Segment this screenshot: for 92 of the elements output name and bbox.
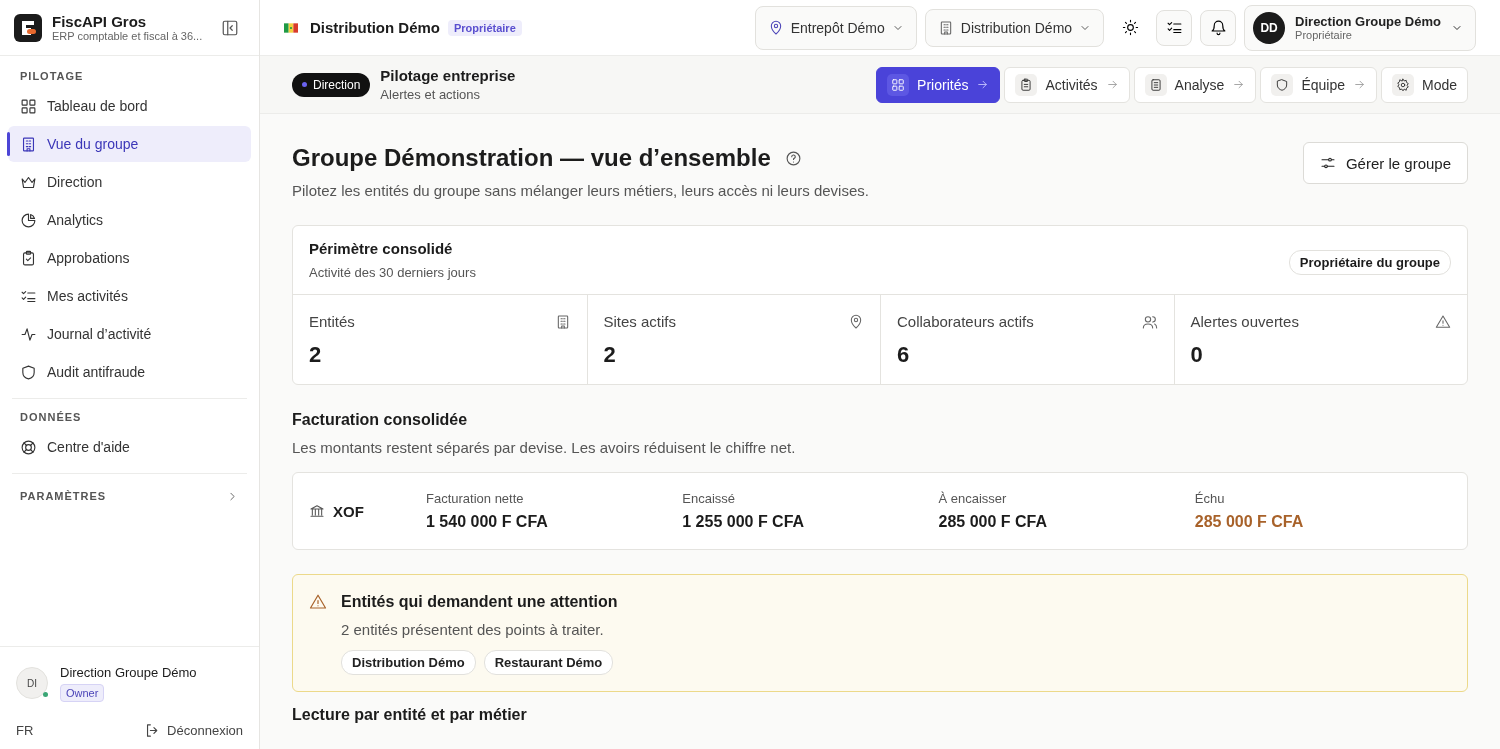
stat-value: 6 [897,342,911,368]
nav-tab[interactable]: Mode [1380,66,1468,103]
flag-icon [284,22,298,33]
manage-group-button[interactable]: Gérer le groupe [1302,142,1468,184]
amount-value: 285 000 F CFA [1194,513,1305,531]
app-name: FiscAPI Gros [52,13,148,30]
pulse-icon [20,325,37,343]
section-title: DONNÉES [19,410,83,425]
section-subtitle: Alertes et actions [380,87,482,102]
location-pin-icon [848,313,864,330]
user-menu-button[interactable]: DD Direction Groupe Démo Propriétaire [1244,4,1476,51]
entity-chip[interactable]: Distribution Démo [341,650,476,675]
warning-icon [309,593,327,611]
stat-label: Alertes ouvertes [1190,313,1299,330]
sidebar-item[interactable]: Journal d’activité [8,316,251,352]
company-selector[interactable]: Distribution Démo [924,8,1105,47]
sidebar-item[interactable]: Vue du groupe [8,126,251,162]
nav-tab[interactable]: Activités [1004,66,1130,103]
document-icon [1148,77,1163,92]
warning-icon [1435,313,1451,330]
entity-chip[interactable]: Restaurant Démo [483,650,614,675]
stat-value: 2 [603,342,617,368]
sliders-icon [1319,155,1336,171]
role-badge: Propriétaire du groupe [1288,250,1451,275]
role-badge: Owner [60,684,105,702]
currency-code: XOF [333,502,364,520]
section-title: Lecture par entité et par métier [292,706,528,724]
stat-label: Sites actifs [603,313,677,330]
entity-name: Distribution Démo [310,19,440,36]
role-badge: Propriétaire [448,19,522,36]
user-name: Direction Groupe Démo [60,665,197,680]
lifebuoy-icon [20,438,37,456]
language-code[interactable]: FR [16,723,34,738]
sidebar-item[interactable]: Audit antifraude [8,354,251,390]
nav-tab[interactable]: Priorités [876,66,1001,103]
bank-icon [309,503,325,519]
grid-icon [20,97,37,115]
building-icon [20,135,37,153]
amount-label: À encaisser [938,491,1008,506]
user-role: Propriétaire [1295,29,1353,41]
user-avatar: DI [16,667,48,699]
card-subtitle: Activité des 30 derniers jours [309,265,476,280]
nav-tab[interactable]: Équipe [1260,66,1377,103]
amount-label: Facturation nette [426,491,525,506]
page-description: Pilotez les entités du groupe sans mélanger leurs métiers, leurs accès ni leurs devises. [292,182,869,199]
amount-label: Échu [1194,491,1226,506]
clipboard-check-icon [20,249,37,267]
stat-value: 2 [309,342,323,368]
sidebar-item[interactable]: Analytics [8,202,251,238]
sidebar-item[interactable]: Centre d'aide [8,429,251,465]
user-avatar: DD [1253,11,1286,44]
sun-icon [1121,19,1139,36]
role-badge: Direction [292,72,371,97]
tasks-button[interactable] [1156,9,1193,46]
sidebar-item[interactable]: Mes activités [8,278,251,314]
logout-button[interactable]: Déconnexion [144,722,243,739]
help-icon [784,149,802,167]
clipboard-icon [1019,77,1034,92]
amount-value: 1 540 000 F CFA [426,513,549,531]
app-subtitle: ERP comptable et fiscal à 36... [52,30,204,42]
alert-title: Entités qui demandent une attention [341,593,618,611]
gear-icon [1395,77,1410,92]
sidebar-collapse-icon [221,18,239,37]
notifications-button[interactable] [1200,9,1237,46]
page-title: Groupe Démonstration — vue d’ensemble [292,144,771,172]
alert-text: 2 entités présentent des points à traiter. [341,621,605,638]
users-icon [1141,313,1158,330]
shield-icon [1275,77,1290,92]
sidebar-item[interactable]: Tableau de bord [8,88,251,124]
grid-icon [891,77,906,92]
amount-value: 1 255 000 F CFA [682,513,806,531]
shield-icon [20,363,37,381]
amount-label: Encaissé [682,491,736,506]
sidebar-item[interactable]: Direction [8,164,251,200]
amount-value: 285 000 F CFA [938,513,1048,531]
stat-value: 0 [1190,342,1204,368]
checklist-icon [1165,19,1183,36]
app-logo [14,13,42,42]
nav-tab[interactable]: Analyse [1133,66,1257,103]
card-title: Périmètre consolidé [309,240,454,257]
pie-chart-icon [20,211,37,229]
stat-label: Entités [309,313,355,330]
user-name: Direction Groupe Démo [1295,14,1441,29]
bell-icon [1209,19,1227,36]
stat-label: Collaborateurs actifs [897,313,1034,330]
section-description: Les montants restent séparés par devise. Les avoirs réduisent le chiffre net. [292,439,797,456]
section-title: PILOTAGE [19,69,85,84]
warehouse-selector[interactable]: Entrepôt Démo [754,5,917,50]
section-title: Facturation consolidée [292,411,469,429]
section-title: Pilotage entreprise [380,67,516,84]
sidebar-item[interactable]: Approbations [8,240,251,276]
settings-section-toggle[interactable]: PARAMÈTRES [8,482,251,510]
